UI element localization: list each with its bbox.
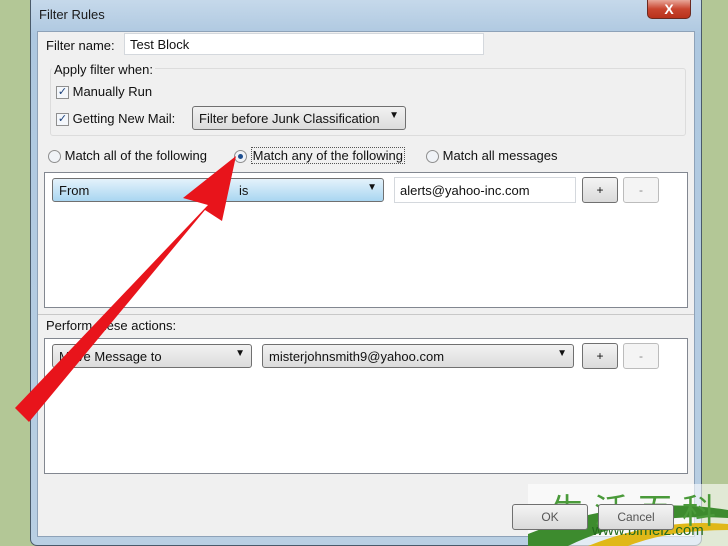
arrow-shape [15, 156, 236, 422]
ok-button[interactable]: OK [512, 504, 588, 530]
cancel-button[interactable]: Cancel [598, 504, 674, 530]
red-annotation-arrow [15, 156, 236, 422]
